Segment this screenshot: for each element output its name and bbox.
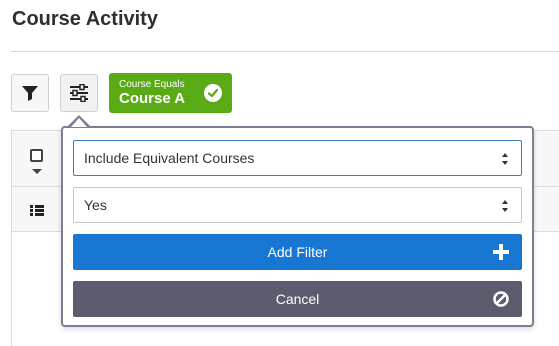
page-title: Course Activity xyxy=(12,8,158,30)
select-arrows-icon xyxy=(501,153,509,165)
filter-options-popover: Include Equivalent Courses Yes Add Filte… xyxy=(61,126,534,327)
filter-value-value: Yes xyxy=(84,197,107,213)
plus-icon xyxy=(493,244,509,260)
ban-icon xyxy=(493,291,509,307)
active-filter-chip[interactable]: Course Equals Course A xyxy=(109,73,232,113)
list-icon[interactable] xyxy=(30,205,44,216)
filter-settings-button[interactable] xyxy=(60,74,98,112)
cancel-label: Cancel xyxy=(275,291,320,307)
filter-button[interactable] xyxy=(11,74,49,112)
add-filter-button[interactable]: Add Filter xyxy=(73,234,522,270)
add-filter-label: Add Filter xyxy=(267,244,328,260)
filter-option-value: Include Equivalent Courses xyxy=(84,150,255,166)
sliders-icon xyxy=(70,84,88,102)
title-divider xyxy=(11,51,559,52)
checkbox-icon[interactable] xyxy=(30,149,43,162)
check-circle-icon xyxy=(204,84,222,102)
popover-arrow-fill xyxy=(71,118,87,127)
select-arrows-icon xyxy=(501,200,509,212)
filter-option-select[interactable]: Include Equivalent Courses xyxy=(73,140,522,176)
filter-value-select[interactable]: Yes xyxy=(73,187,522,223)
chevron-down-icon[interactable] xyxy=(32,169,42,174)
filter-icon xyxy=(22,86,38,101)
cancel-button[interactable]: Cancel xyxy=(73,281,522,317)
